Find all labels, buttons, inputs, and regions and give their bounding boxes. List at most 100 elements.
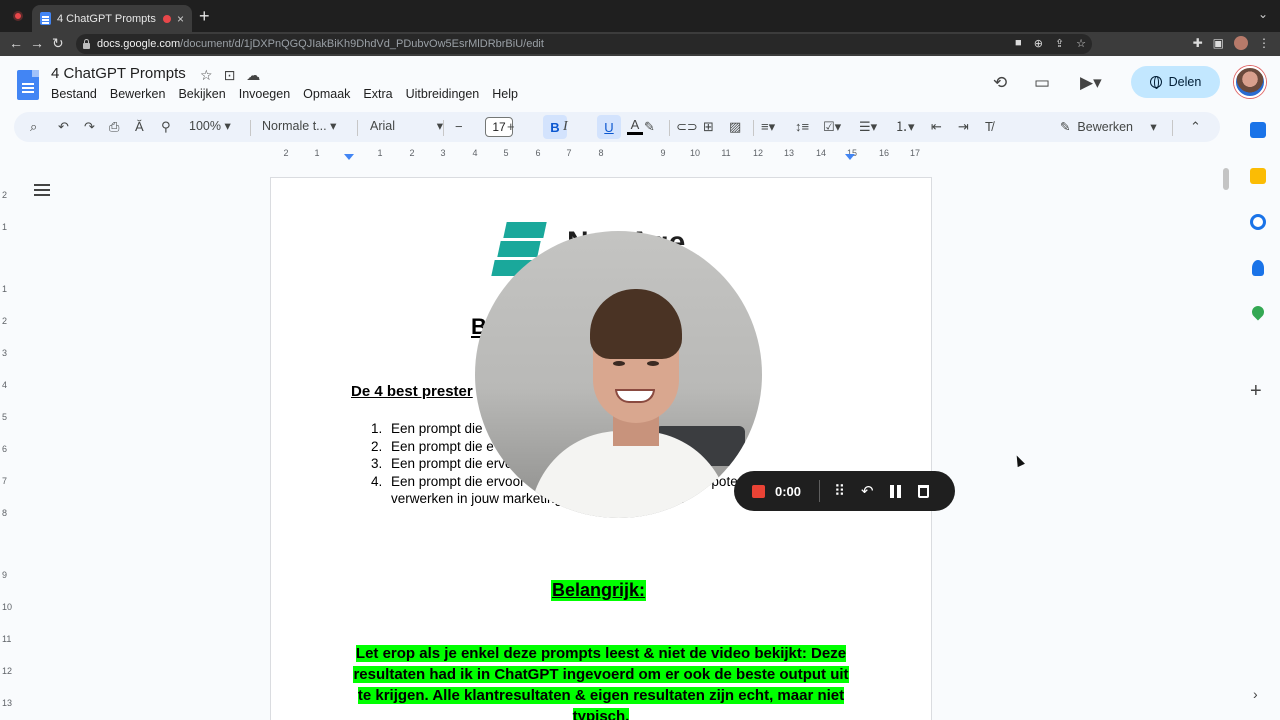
toolbar-divider bbox=[1172, 120, 1173, 136]
sidepanel-icon[interactable]: ▣ bbox=[1213, 36, 1224, 50]
docs-logo-icon[interactable] bbox=[17, 70, 39, 100]
ruler-number: 4 bbox=[472, 148, 478, 158]
tab-close-icon[interactable]: × bbox=[177, 12, 184, 26]
vruler-number: 12 bbox=[2, 666, 13, 676]
expand-panel-icon[interactable]: › bbox=[1253, 686, 1258, 702]
menu-uitbreidingen[interactable]: Uitbreidingen bbox=[406, 87, 480, 101]
menu-bar: Bestand Bewerken Bekijken Invoegen Opmaa… bbox=[51, 87, 518, 101]
undo-icon[interactable]: ↶ bbox=[58, 118, 69, 136]
toolbar-divider bbox=[753, 120, 754, 136]
share-page-icon[interactable]: ⇪ bbox=[1055, 37, 1064, 50]
collapse-menus-icon[interactable]: ⌃ bbox=[1190, 118, 1201, 136]
highlight-icon[interactable]: ✎ bbox=[644, 118, 655, 136]
move-folder-icon[interactable]: ⊡ bbox=[224, 67, 236, 84]
restart-recording-icon[interactable]: ↶ bbox=[861, 482, 874, 500]
clear-formatting-icon[interactable]: T̸ bbox=[985, 118, 993, 136]
tab-search-icon[interactable]: ⌄ bbox=[1258, 7, 1268, 21]
back-button[interactable]: ← bbox=[9, 35, 23, 51]
numbered-list-icon[interactable]: ⒈▾ bbox=[895, 118, 915, 136]
add-comment-icon[interactable]: ⊞ bbox=[703, 118, 714, 136]
vertical-scrollbar[interactable] bbox=[1220, 164, 1232, 720]
checklist-icon[interactable]: ☑▾ bbox=[823, 118, 841, 136]
contacts-icon[interactable] bbox=[1252, 260, 1264, 276]
camera-permission-icon[interactable]: ■ bbox=[1015, 37, 1022, 50]
menu-opmaak[interactable]: Opmaak bbox=[303, 87, 350, 101]
recording-indicator-icon bbox=[13, 11, 23, 21]
ruler-number: 9 bbox=[660, 148, 666, 158]
url-path: /document/d/1jDXPnQGQJIakBiKh9DhdVd_PDub… bbox=[180, 38, 544, 50]
forward-button[interactable]: → bbox=[30, 35, 44, 51]
editing-mode-select[interactable]: ✎ Bewerken ▾ bbox=[1060, 118, 1157, 136]
drag-handle-icon[interactable]: ⠿ bbox=[834, 482, 845, 500]
browser-tab[interactable]: 4 ChatGPT Prompts - Goo × bbox=[32, 5, 192, 32]
keep-icon[interactable] bbox=[1250, 168, 1266, 184]
cloud-status-icon[interactable]: ☁ bbox=[246, 67, 260, 84]
decrease-indent-icon[interactable]: ⇤ bbox=[931, 118, 942, 136]
menu-invoegen[interactable]: Invoegen bbox=[239, 87, 290, 101]
menu-bewerken[interactable]: Bewerken bbox=[110, 87, 166, 101]
horizontal-ruler[interactable]: 2 1 1 2 3 4 5 6 7 8 9 10 11 12 13 14 15 … bbox=[270, 146, 932, 162]
maps-icon[interactable] bbox=[1249, 303, 1267, 321]
zoom-select[interactable]: 100% ▾ bbox=[189, 118, 231, 133]
stop-recording-button[interactable] bbox=[752, 484, 765, 498]
underline-button[interactable]: U bbox=[597, 115, 621, 139]
formatting-toolbar: ⌕ ↶ ↷ ⎙ Ă ⚲ 100% ▾ Normale t... ▾ Arial … bbox=[14, 112, 1220, 142]
bookmark-star-icon[interactable]: ☆ bbox=[1076, 37, 1086, 50]
menu-bestand[interactable]: Bestand bbox=[51, 87, 97, 101]
tasks-icon[interactable] bbox=[1250, 214, 1266, 230]
extensions-icon[interactable]: ✚ bbox=[1193, 36, 1203, 50]
add-addon-icon[interactable]: + bbox=[1250, 380, 1262, 403]
reload-button[interactable]: ↻ bbox=[52, 35, 64, 52]
user-avatar[interactable] bbox=[1234, 66, 1266, 98]
spellcheck-icon[interactable]: Ă bbox=[135, 118, 144, 136]
highlighted-text: Let erop als je enkel deze prompts leest… bbox=[353, 645, 849, 720]
ruler-number: 5 bbox=[503, 148, 509, 158]
profile-avatar[interactable] bbox=[1234, 36, 1248, 50]
toolbar-divider bbox=[669, 120, 670, 136]
share-button[interactable]: Delen bbox=[1131, 66, 1220, 98]
delete-recording-icon[interactable] bbox=[917, 484, 929, 498]
vruler-number: 11 bbox=[2, 634, 12, 644]
paint-format-icon[interactable]: ⚲ bbox=[161, 118, 171, 136]
menu-help[interactable]: Help bbox=[492, 87, 518, 101]
increase-font-size-icon[interactable]: + bbox=[507, 118, 515, 136]
print-icon[interactable]: ⎙ bbox=[109, 118, 119, 136]
increase-indent-icon[interactable]: ⇥ bbox=[958, 118, 969, 136]
star-icon[interactable]: ☆ bbox=[200, 67, 213, 84]
align-icon[interactable]: ≡▾ bbox=[761, 118, 775, 136]
text-color-button[interactable]: A bbox=[627, 117, 643, 135]
right-indent-marker[interactable] bbox=[845, 154, 855, 160]
version-history-icon[interactable]: ⟲ bbox=[993, 73, 1007, 93]
decrease-font-size-icon[interactable]: − bbox=[455, 118, 463, 136]
tab-recording-icon bbox=[162, 14, 171, 23]
link-icon[interactable]: ⊂⊃ bbox=[676, 118, 698, 136]
font-select[interactable]: Arial ▾ bbox=[370, 118, 443, 133]
chrome-menu-icon[interactable]: ⋮ bbox=[1258, 36, 1270, 50]
redo-icon[interactable]: ↷ bbox=[84, 118, 95, 136]
webcam-bubble[interactable] bbox=[475, 231, 762, 518]
pause-icon[interactable] bbox=[889, 484, 901, 498]
vertical-ruler[interactable]: 2 1 1 2 3 4 5 6 7 8 9 10 11 12 13 14 bbox=[0, 176, 14, 720]
bulleted-list-icon[interactable]: ☰▾ bbox=[859, 118, 877, 136]
url-bar[interactable]: docs.google.com /document/d/1jDXPnQGQJIa… bbox=[76, 34, 1092, 54]
share-label: Delen bbox=[1168, 75, 1202, 89]
scrollbar-thumb[interactable] bbox=[1223, 168, 1229, 190]
document-title[interactable]: 4 ChatGPT Prompts bbox=[51, 65, 186, 82]
vruler-number: 1 bbox=[2, 284, 8, 294]
document-outline-icon[interactable] bbox=[34, 184, 50, 198]
italic-button[interactable]: I bbox=[563, 118, 568, 136]
search-menus-icon[interactable]: ⌕ bbox=[30, 118, 37, 136]
vruler-number: 8 bbox=[2, 508, 8, 518]
menu-extra[interactable]: Extra bbox=[363, 87, 392, 101]
new-tab-button[interactable]: + bbox=[199, 6, 210, 27]
zoom-icon[interactable]: ⊕ bbox=[1034, 37, 1043, 50]
comments-icon[interactable]: ▭ bbox=[1034, 73, 1050, 93]
left-indent-marker[interactable] bbox=[344, 154, 354, 160]
insert-image-icon[interactable]: ▨ bbox=[729, 118, 741, 136]
calendar-icon[interactable] bbox=[1250, 122, 1266, 138]
menu-bekijken[interactable]: Bekijken bbox=[178, 87, 225, 101]
meet-video-icon[interactable]: ▶▾ bbox=[1080, 73, 1102, 93]
style-select[interactable]: Normale t... ▾ bbox=[262, 118, 336, 133]
ruler-number: 2 bbox=[409, 148, 415, 158]
line-spacing-icon[interactable]: ↕≡ bbox=[795, 118, 809, 136]
